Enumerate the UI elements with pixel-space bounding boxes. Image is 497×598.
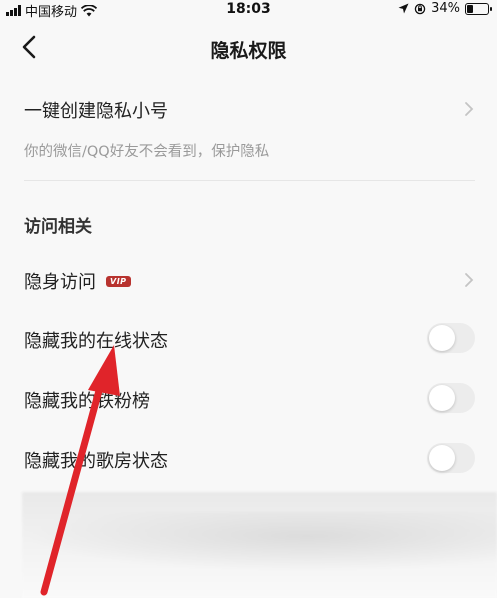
location-icon xyxy=(398,3,409,14)
toggle-knob xyxy=(429,325,455,351)
toggle-knob xyxy=(429,445,455,471)
battery-fill xyxy=(467,4,473,13)
hide-fan-ranking-toggle[interactable] xyxy=(427,383,475,413)
navigation-bar: 隐私权限 xyxy=(0,22,497,74)
hide-online-status-toggle[interactable] xyxy=(427,323,475,353)
blurred-content-area xyxy=(22,492,497,598)
battery-percent: 34% xyxy=(431,1,460,16)
hide-online-status-label: 隐藏我的在线状态 xyxy=(24,331,168,352)
create-private-account-label: 一键创建隐私小号 xyxy=(24,101,168,122)
stealth-visit-row[interactable]: 隐身访问 VIP xyxy=(24,268,475,294)
hide-fan-ranking-row: 隐藏我的铁粉榜 xyxy=(24,383,475,413)
hide-karaoke-room-status-row: 隐藏我的歌房状态 xyxy=(24,443,475,473)
status-right: 34% xyxy=(398,1,492,16)
hide-online-status-row: 隐藏我的在线状态 xyxy=(24,323,475,353)
hide-karaoke-room-status-label: 隐藏我的歌房状态 xyxy=(24,451,168,472)
private-account-description: 你的微信/QQ好友不会看到，保护隐私 xyxy=(24,144,270,160)
stealth-visit-label-wrap: 隐身访问 VIP xyxy=(24,268,131,294)
status-bar: 中国移动 18:03 34% xyxy=(0,0,497,20)
section-divider xyxy=(24,180,475,181)
hide-fan-ranking-label: 隐藏我的铁粉榜 xyxy=(24,391,150,412)
vip-badge: VIP xyxy=(106,275,131,287)
orientation-lock-icon xyxy=(414,3,426,14)
battery-icon xyxy=(465,2,492,15)
stealth-visit-label: 隐身访问 xyxy=(24,272,96,293)
chevron-right-icon xyxy=(465,102,474,116)
chevron-right-icon xyxy=(465,273,474,287)
page-title: 隐私权限 xyxy=(210,40,287,62)
hide-karaoke-room-status-toggle[interactable] xyxy=(427,443,475,473)
create-private-account-row[interactable]: 一键创建隐私小号 xyxy=(24,97,475,123)
toggle-knob xyxy=(429,385,455,411)
section-title-visit: 访问相关 xyxy=(24,217,92,237)
